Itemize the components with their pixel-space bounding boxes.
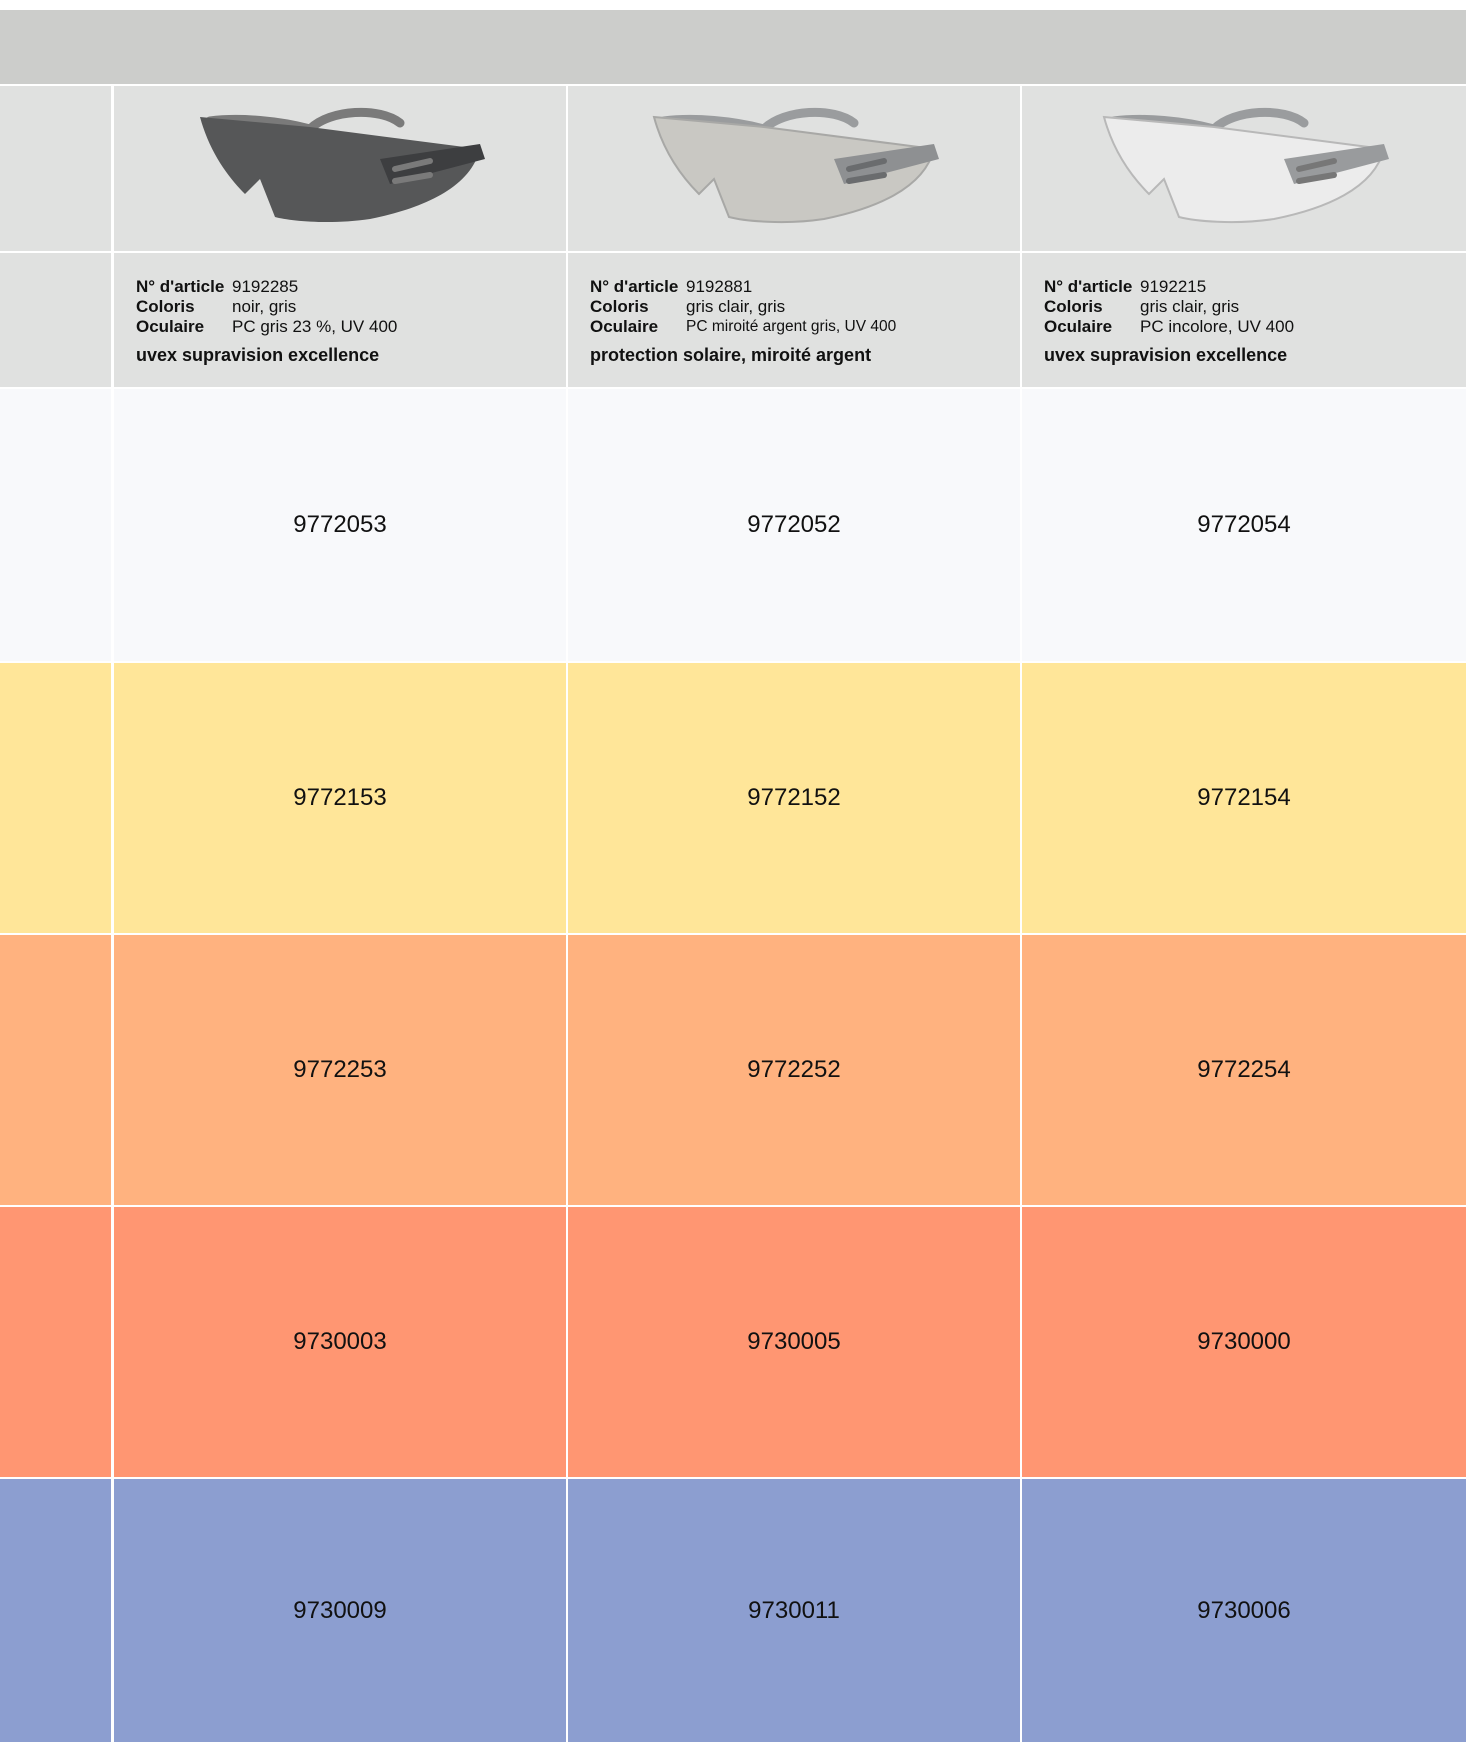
product-description: uvex supravision excellence	[1044, 345, 1288, 365]
variant-code-cell: 9730009	[114, 1479, 566, 1742]
variant-code-cell: 9772252	[568, 935, 1020, 1205]
colors-label: Coloris	[590, 297, 649, 316]
product-info-cell: N° d'article 9192285 Coloris noir, gris Oc…	[114, 253, 566, 387]
article-number: 9192215	[1140, 277, 1207, 296]
colors-label: Coloris	[136, 297, 195, 316]
row-label-cell	[0, 86, 111, 251]
product-image-cell	[1022, 86, 1466, 251]
row-label-cell	[0, 935, 111, 1205]
article-label: N° d'article	[1044, 277, 1133, 296]
variant-code-cell: 9730005	[568, 1207, 1020, 1477]
lens-label: Oculaire	[1044, 317, 1113, 336]
variant-row: 9730009 9730011 9730006	[0, 1479, 1466, 1742]
safety-glasses-icon	[652, 107, 939, 223]
product-image-row	[0, 86, 1466, 251]
product-description: protection solaire, miroité argent	[590, 345, 872, 365]
product-image-cell	[568, 86, 1020, 251]
variant-code-cell: 9772254	[1022, 935, 1466, 1205]
lens-label: Oculaire	[136, 317, 205, 336]
variant-code-cell: 9772153	[114, 663, 566, 933]
lens-value: PC miroité argent gris, UV 400	[686, 318, 897, 335]
variant-code-cell: 9772154	[1022, 663, 1466, 933]
product-info-cell: N° d'article 9192881 Coloris gris clair, g…	[568, 253, 1020, 387]
row-label-cell	[0, 1479, 111, 1742]
variant-code-cell: 9730011	[568, 1479, 1020, 1742]
article-number: 9192881	[686, 277, 753, 296]
header-band	[0, 10, 1466, 84]
colors-value: gris clair, gris	[686, 297, 786, 316]
variant-row: 9730003 9730005 9730000	[0, 1207, 1466, 1477]
product-image-cell	[114, 86, 566, 251]
article-number: 9192285	[232, 277, 299, 296]
variant-code-cell: 9730000	[1022, 1207, 1466, 1477]
lens-value: PC incolore, UV 400	[1140, 317, 1295, 336]
row-label-cell	[0, 253, 111, 387]
lens-label: Oculaire	[590, 317, 659, 336]
row-label-cell	[0, 1207, 111, 1477]
product-info-row: N° d'article 9192285 Coloris noir, gris Oc…	[0, 253, 1466, 387]
safety-glasses-icon	[1102, 107, 1389, 223]
variant-code-cell: 9772152	[568, 663, 1020, 933]
variant-row: 9772053 9772052 9772054	[0, 389, 1466, 661]
row-label-cell	[0, 663, 111, 933]
variant-code-cell: 9772052	[568, 389, 1020, 661]
lens-value: PC gris 23 %, UV 400	[232, 317, 398, 336]
variant-row: 9772253 9772252 9772254	[0, 935, 1466, 1205]
variant-code-cell: 9772054	[1022, 389, 1466, 661]
variant-row: 9772153 9772152 9772154	[0, 663, 1466, 933]
article-label: N° d'article	[136, 277, 225, 296]
colors-label: Coloris	[1044, 297, 1103, 316]
article-label: N° d'article	[590, 277, 679, 296]
variant-code-cell: 9730006	[1022, 1479, 1466, 1742]
variant-code-cell: 9772053	[114, 389, 566, 661]
variant-code-cell: 9772253	[114, 935, 566, 1205]
product-info-cell: N° d'article 9192215 Coloris gris clair, g…	[1022, 253, 1466, 387]
row-label-cell	[0, 389, 111, 661]
colors-value: gris clair, gris	[1140, 297, 1240, 316]
colors-value: noir, gris	[232, 297, 297, 316]
product-description: uvex supravision excellence	[136, 345, 380, 365]
safety-glasses-icon	[200, 107, 485, 222]
variant-code-cell: 9730003	[114, 1207, 566, 1477]
